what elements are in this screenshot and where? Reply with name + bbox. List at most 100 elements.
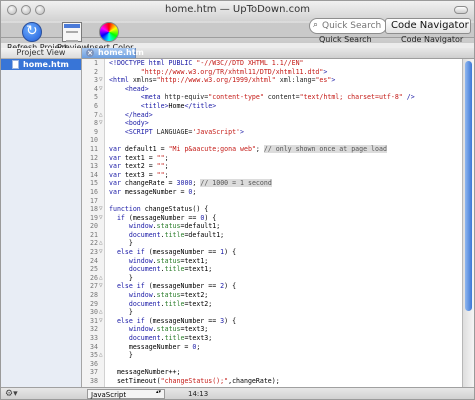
code-token: document (109, 299, 161, 308)
code-token: ) { (224, 316, 237, 325)
fold-toggle-icon[interactable]: ▽ (99, 205, 104, 214)
code-line: 13 var text2 = ""; (82, 162, 462, 171)
code-token: content= (263, 93, 300, 102)
vertical-scrollbar[interactable] (462, 59, 474, 387)
code-token: "content-type" (208, 93, 264, 102)
fold-toggle-icon[interactable]: △ (99, 351, 104, 360)
code-token: xml:lang= (275, 76, 316, 85)
code-token: document (109, 230, 161, 239)
code-editor[interactable]: 1 <!DOCTYPE html PUBLIC "-//W3C//DTD XHTM… (82, 59, 462, 387)
line-number: 2 (94, 67, 98, 76)
fold-toggle-icon[interactable]: ▽ (99, 214, 104, 223)
code-text: <body> (109, 119, 149, 128)
code-text: } (109, 308, 133, 317)
fold-toggle-icon[interactable]: △ (99, 308, 104, 317)
fold-toggle-icon[interactable]: △ (99, 274, 104, 283)
fold-toggle-icon[interactable]: ▽ (99, 282, 104, 291)
code-navigator-button[interactable]: Code Navigator (385, 18, 471, 34)
sidebar-item-home-htm[interactable]: home.htm (1, 59, 81, 70)
code-token: =text3; (184, 334, 213, 342)
fold-toggle-icon[interactable]: ▽ (99, 119, 104, 128)
code-token: (messageNumber == (144, 248, 221, 257)
code-text: <SCRIPT LANGUAGE='JavaScript'> (109, 128, 244, 137)
fold-toggle-icon[interactable]: △ (99, 239, 104, 248)
code-text: } (109, 351, 133, 360)
code-token: LANGUAGE= (156, 127, 193, 136)
code-token: changeStatus() { (140, 205, 209, 214)
gear-icon[interactable]: ⚙▾ (5, 388, 18, 399)
code-token: "es" (315, 76, 332, 85)
code-token: Home (168, 101, 185, 110)
code-text: <head> (109, 85, 149, 94)
code-text: window.status=text1; (109, 257, 208, 266)
code-token: status (156, 256, 181, 265)
line-number: 29 (90, 299, 98, 308)
toolbar-toggle-button[interactable] (454, 6, 468, 14)
code-token: <body> (109, 119, 149, 128)
fold-toggle-icon[interactable]: ▽ (99, 248, 104, 257)
code-text: document.title=text1; (109, 265, 212, 274)
code-token: ) { (224, 282, 237, 291)
code-token: status (156, 325, 181, 334)
fold-toggle-icon[interactable]: ▽ (99, 317, 104, 326)
code-token: ; (192, 187, 197, 196)
code-token: </title> (184, 101, 217, 110)
code-token: messageNumber = (109, 342, 193, 351)
line-number: 3 (94, 76, 98, 85)
code-lines: 1 <!DOCTYPE html PUBLIC "-//W3C//DTD XHTM… (82, 59, 462, 386)
tab-home-htm[interactable]: × home.htm (82, 48, 144, 58)
code-token: =text1; (180, 256, 209, 265)
line-number: 4 (94, 84, 98, 93)
code-line: 34 messageNumber = 0; (82, 343, 462, 352)
code-token: else if (109, 282, 145, 291)
code-line: 8 ▽ <body> (82, 119, 462, 128)
code-token: ; (164, 153, 169, 162)
line-number: 20 (90, 222, 98, 231)
code-line: 25 document.title=text1; (82, 265, 462, 274)
close-tab-icon[interactable]: × (86, 49, 94, 57)
line-number: 16 (90, 187, 98, 196)
code-line: 37 messageNumber++; (82, 368, 462, 377)
status-bar: ⚙▾ JavaScript 14:13 (1, 387, 474, 399)
code-line: 10 (82, 136, 462, 145)
sidebar-item-label: home.htm (23, 60, 69, 69)
code-token: 'JavaScript' (192, 127, 241, 136)
window-title: home.htm — UpToDown.com (165, 4, 310, 15)
code-token: function (109, 205, 141, 214)
code-line: 11 var default1 = "Mi p&aacute;gona web";… (82, 144, 462, 154)
code-token: <html (109, 76, 133, 85)
search-icon: ⌕ (313, 20, 319, 30)
code-token: ; (255, 144, 264, 153)
fold-toggle-icon[interactable]: ▽ (99, 76, 104, 85)
code-text: var text3 = ""; (109, 171, 169, 180)
line-number: 9 (94, 127, 98, 136)
code-token: http-equiv= (164, 93, 209, 102)
code-text: } (109, 239, 133, 248)
fold-toggle-icon[interactable]: △ (99, 111, 104, 120)
code-token: =default1; (180, 222, 221, 231)
code-text: messageNumber = 0; (109, 342, 201, 352)
line-number: 22 (90, 239, 98, 248)
code-line: 18 ▽ function changeStatus() { (82, 205, 462, 214)
code-line: 32 window.status=text3; (82, 325, 462, 334)
line-number: 28 (90, 291, 98, 300)
line-number: 36 (90, 359, 98, 368)
quick-search-field[interactable]: ⌕ (309, 18, 387, 34)
code-line: 6 <title>Home</title> (82, 102, 462, 111)
app-window: home.htm — UpToDown.com Refresh Project … (0, 0, 475, 400)
code-line: 21 document.title=default1; (82, 231, 462, 240)
quick-search-input[interactable] (322, 20, 382, 32)
file-icon (12, 60, 19, 69)
code-text: var default1 = "Mi p&aacute;gona web"; /… (109, 144, 387, 154)
code-text: document.title=text3; (109, 334, 212, 343)
scrollbar-thumb[interactable] (465, 61, 472, 311)
code-line: 23 ▽ else if (messageNumber == 1) { (82, 248, 462, 257)
code-navigator-label: Code Navigator (401, 35, 464, 44)
code-token: "" (156, 170, 165, 179)
line-number: 35 (90, 351, 98, 360)
line-number: 12 (90, 153, 98, 162)
code-token: changeRate = (120, 179, 177, 188)
fold-toggle-icon[interactable]: ▽ (99, 85, 104, 94)
code-token: <SCRIPT (109, 127, 157, 136)
language-selector[interactable]: JavaScript (87, 389, 165, 399)
